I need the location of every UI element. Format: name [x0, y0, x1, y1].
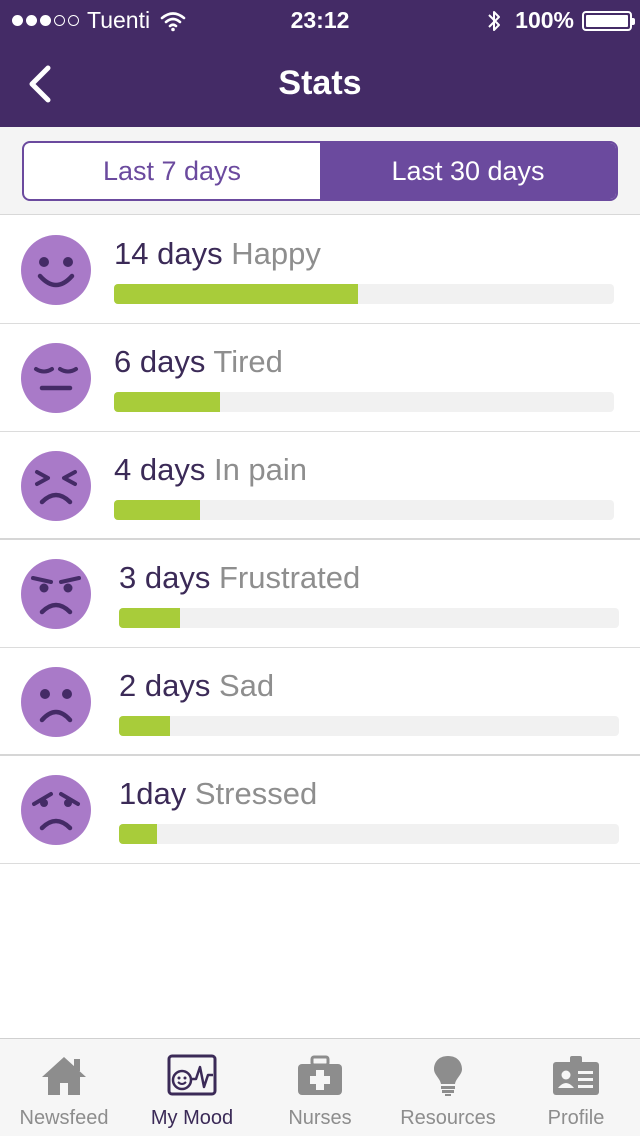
app-header: Tuenti 23:12 100% Stats: [0, 0, 640, 127]
range-selector-bar: Last 7 days Last 30 days: [0, 127, 640, 215]
mood-title: 1day Stressed: [119, 776, 317, 812]
mood-label: Frustrated: [218, 560, 361, 595]
mood-chart-icon: [167, 1054, 217, 1096]
mood-row-in-pain: 4 days In pain: [0, 432, 640, 540]
status-bar: Tuenti 23:12 100%: [0, 0, 640, 40]
mood-bar-track: [114, 392, 614, 412]
tab-label: Resources: [400, 1107, 496, 1129]
frustrated-face-icon: [21, 559, 91, 629]
mood-bar-fill: [114, 284, 358, 304]
mood-count: 6 days: [114, 344, 206, 379]
happy-face-icon: [21, 235, 91, 305]
mood-bar-fill: [119, 608, 180, 628]
mood-bar-track: [119, 824, 619, 844]
mood-bar-track: [114, 500, 614, 520]
mood-bar-fill: [119, 824, 157, 844]
tab-bar: Newsfeed My Mood Nurses Resources Profil…: [0, 1038, 640, 1136]
tired-face-icon: [21, 343, 91, 413]
mood-bar-fill: [114, 500, 200, 520]
mood-count: 4 days: [114, 452, 206, 487]
lightbulb-icon: [434, 1056, 462, 1096]
mood-count: 1day: [119, 776, 187, 811]
mood-stats-list: 14 days Happy 6 days Tired 4 days In pai…: [0, 216, 640, 864]
mood-title: 2 days Sad: [119, 668, 274, 704]
pain-face-icon: [21, 451, 91, 521]
mood-row-sad: 2 days Sad: [0, 648, 640, 756]
sad-face-icon: [21, 667, 91, 737]
mood-title: 3 days Frustrated: [119, 560, 360, 596]
battery-percent: 100%: [515, 7, 574, 33]
mood-title: 4 days In pain: [114, 452, 307, 488]
battery-icon: [582, 10, 635, 31]
mood-label: Sad: [218, 668, 275, 703]
home-icon: [42, 1057, 86, 1095]
stressed-face-icon: [21, 775, 91, 845]
mood-bar-fill: [114, 392, 220, 412]
mood-bar-track: [119, 716, 619, 736]
mood-title: 6 days Tired: [114, 344, 283, 380]
mood-label: In pain: [213, 452, 308, 487]
page-title: Stats: [278, 64, 362, 102]
mood-row-tired: 6 days Tired: [0, 324, 640, 432]
mood-label: Happy: [231, 236, 321, 271]
id-card-icon: [553, 1056, 599, 1095]
bluetooth-icon: [488, 10, 501, 31]
segment-last-30-days[interactable]: Last 30 days: [320, 143, 616, 199]
tab-my-mood[interactable]: My Mood: [128, 1039, 256, 1136]
tab-label: Newsfeed: [19, 1107, 109, 1129]
tab-resources[interactable]: Resources: [384, 1039, 512, 1136]
mood-row-happy: 14 days Happy: [0, 216, 640, 324]
mood-count: 3 days: [119, 560, 211, 595]
mood-bar-track: [114, 284, 614, 304]
tab-newsfeed[interactable]: Newsfeed: [0, 1039, 128, 1136]
mood-label: Stressed: [194, 776, 318, 811]
mood-title: 14 days Happy: [114, 236, 321, 272]
mood-label: Tired: [213, 344, 283, 379]
mood-bar-track: [119, 608, 619, 628]
tab-nurses[interactable]: Nurses: [256, 1039, 384, 1136]
mood-count: 2 days: [119, 668, 211, 703]
status-right: 100%: [487, 7, 635, 34]
tab-label: Profile: [547, 1107, 605, 1129]
tab-label: Nurses: [288, 1107, 352, 1129]
medical-kit-icon: [298, 1055, 342, 1095]
mood-row-frustrated: 3 days Frustrated: [0, 540, 640, 648]
mood-count: 14 days: [114, 236, 223, 271]
mood-bar-fill: [119, 716, 170, 736]
tab-label: My Mood: [150, 1107, 234, 1129]
segment-last-7-days[interactable]: Last 7 days: [24, 143, 320, 199]
tab-profile[interactable]: Profile: [512, 1039, 640, 1136]
mood-row-stressed: 1day Stressed: [0, 756, 640, 864]
range-segmented-control: Last 7 days Last 30 days: [22, 141, 618, 201]
